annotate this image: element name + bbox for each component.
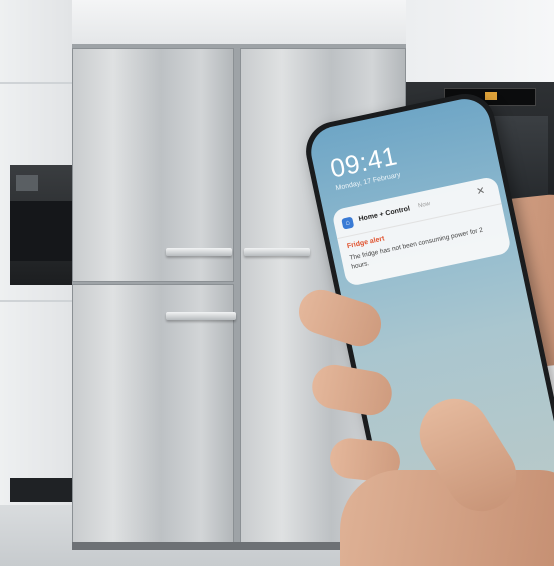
home-control-icon: ⌂	[341, 216, 355, 230]
cabinet-seam	[0, 300, 72, 302]
cabinet-seam	[0, 82, 72, 84]
fridge-door-top-left	[72, 48, 234, 282]
notification-app-name: Home + Control	[358, 205, 411, 224]
kitchen-scene: 09:41 Monday, 17 February ⌂ Home + Contr…	[0, 0, 554, 566]
drawer-strip	[10, 478, 72, 502]
coffee-machine	[10, 165, 72, 285]
notification-card[interactable]: ⌂ Home + Control Now ✕ Fridge alert The …	[331, 175, 512, 288]
notification-timestamp: Now	[417, 201, 431, 210]
fridge-handle	[244, 248, 310, 256]
fridge-door-bottom-left	[72, 284, 234, 548]
fridge-handle	[166, 312, 236, 320]
fridge-handle	[166, 248, 232, 256]
close-icon[interactable]: ✕	[476, 185, 486, 198]
